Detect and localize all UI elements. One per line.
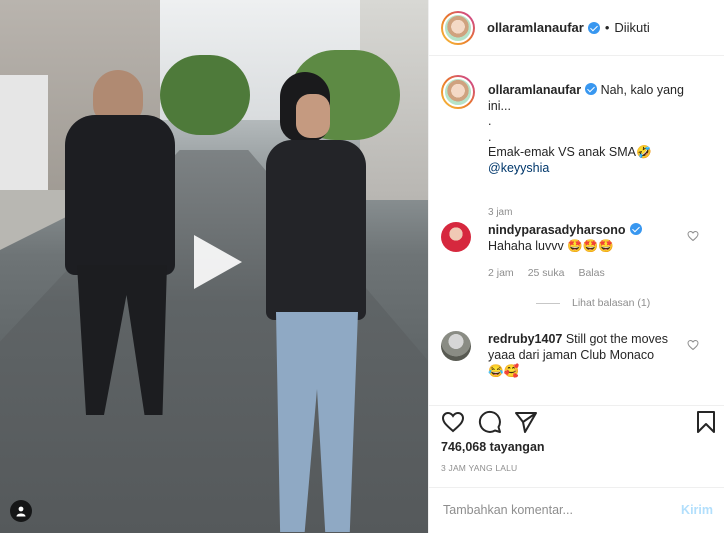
comment-text: redruby1407 Still got the moves yaaa dar… [488,331,693,379]
caption-mention-link[interactable]: @keyyshia [488,161,708,177]
verified-icon [587,21,600,34]
commenter-avatar[interactable] [441,331,471,361]
share-icon[interactable] [514,410,538,434]
verified-icon [629,223,642,235]
comment-composer: Tambahkan komentar... Kirim [429,487,724,533]
header-separator: • [604,20,610,35]
post-video[interactable] [0,0,428,533]
comment-body: Hahaha luvvv 🤩🤩🤩 [488,239,614,253]
verified-icon [585,83,598,95]
author-avatar[interactable] [441,10,475,45]
comment-text: nindyparasadyharsono Hahaha luvvv 🤩🤩🤩 [488,222,693,254]
view-replies-button[interactable]: Lihat balasan (1) [536,297,650,309]
post-side-panel: ollaramlanaufar • Diikuti ollaramlanaufa… [428,0,724,533]
caption-dot: . [488,114,492,128]
comment-icon[interactable] [478,410,502,434]
caption-line1: Nah, kalo yang [600,83,684,97]
author-username[interactable]: ollaramlanaufar [487,20,584,35]
caption-time: 3 jam [488,207,513,218]
commenter-avatar[interactable] [441,222,471,252]
play-icon[interactable] [186,233,244,291]
caption-text: ollaramlanaufar Nah, kalo yang ini... . … [488,83,708,176]
post-comment-button[interactable]: Kirim [681,503,713,517]
video-person-left [55,70,185,420]
commenter-username[interactable]: redruby1407 [488,332,562,346]
caption-line2: ini... [488,98,511,113]
caption-avatar[interactable] [441,75,475,109]
bookmark-icon[interactable] [694,410,718,434]
comment-likes[interactable]: 25 suka [528,267,565,279]
action-bar [429,405,724,445]
post-timestamp: 3 JAM YANG LALU [441,463,518,473]
comment-input[interactable]: Tambahkan komentar... [443,503,573,517]
profile-icon[interactable] [10,500,32,522]
caption-line3: Emak-emak VS anak SMA🤣 [488,145,652,159]
reply-button[interactable]: Balas [578,267,604,279]
post-header: ollaramlanaufar • Diikuti [429,0,724,56]
caption-username[interactable]: ollaramlanaufar [488,83,581,97]
video-person-right [258,72,368,532]
heart-icon[interactable] [687,339,699,351]
commenter-username[interactable]: nindyparasadyharsono [488,223,626,237]
video-wall [0,75,48,200]
follow-status-button[interactable]: Diikuti [614,20,649,35]
comment-time: 2 jam [488,267,514,279]
heart-icon[interactable] [441,410,465,434]
comment-emoji: 😂🥰 [488,364,520,378]
view-count[interactable]: 746,068 tayangan [441,440,545,454]
comments-list[interactable]: ollaramlanaufar Nah, kalo yang ini... . … [429,57,724,405]
caption-dot: . [488,129,492,144]
heart-icon[interactable] [687,230,699,242]
comment-meta: 2 jam 25 suka Balas [488,267,605,279]
